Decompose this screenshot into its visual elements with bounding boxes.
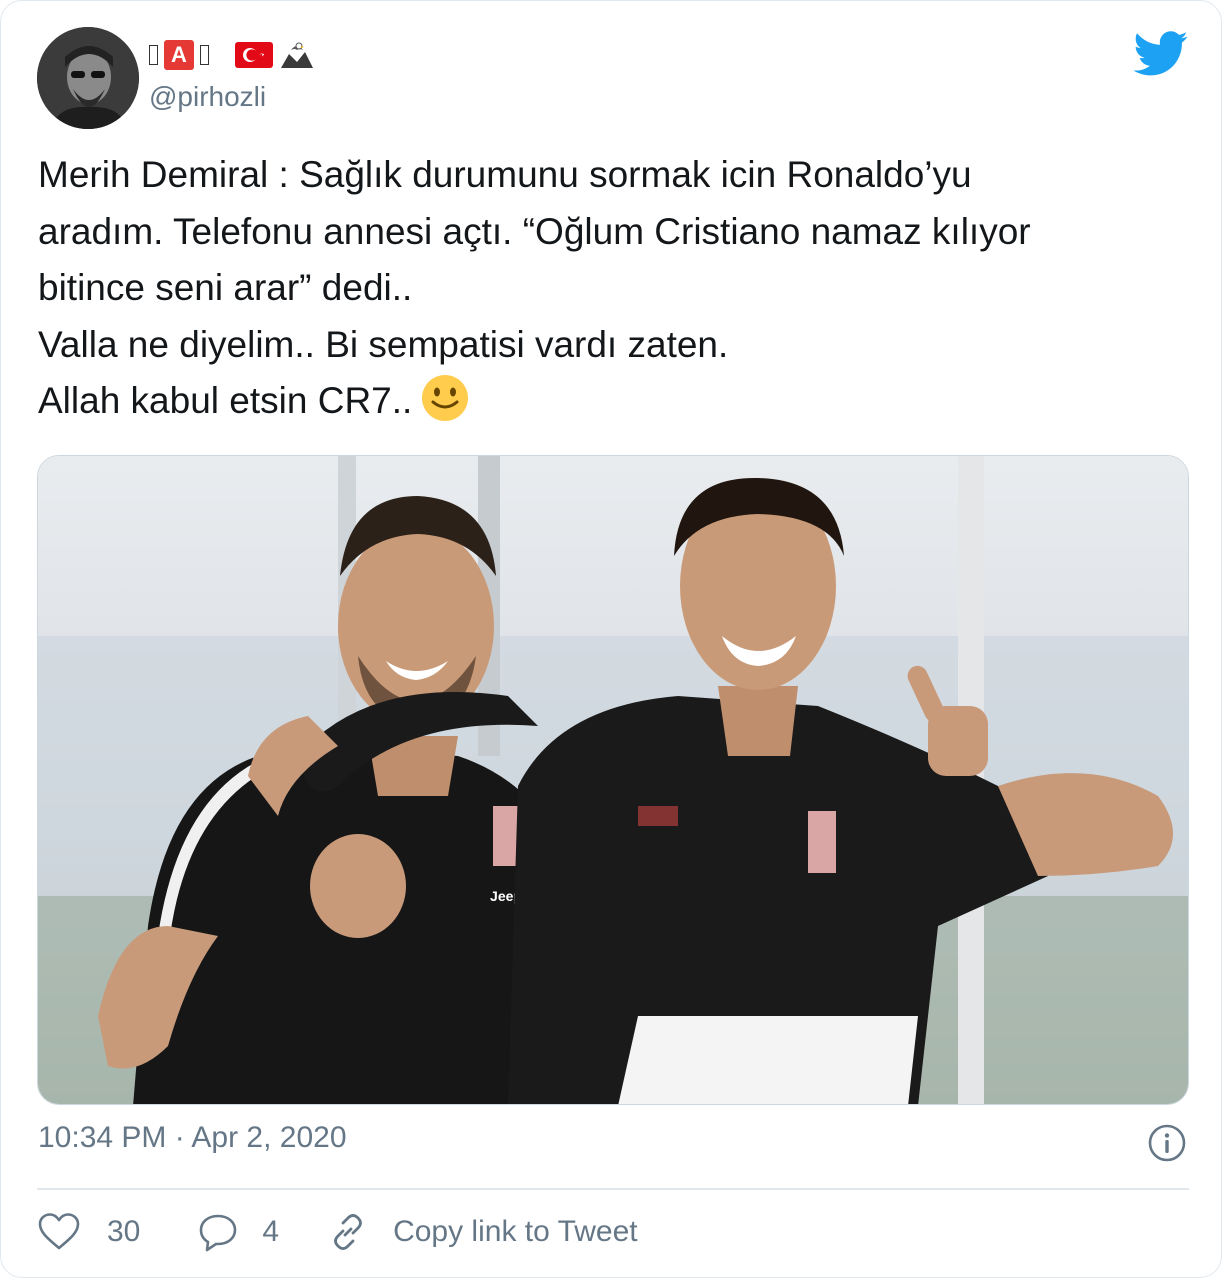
tweet-text-line: Merih Demiral : Sağlık durumunu sormak i… <box>38 154 972 195</box>
user-handle[interactable]: @pirhozli <box>149 81 266 113</box>
info-icon[interactable] <box>1147 1123 1187 1163</box>
tweet-text-line: bitince seni arar” dedi.. <box>38 267 413 308</box>
slightly-smiling-face-icon <box>422 375 469 421</box>
heart-icon <box>38 1213 80 1250</box>
avatar-image <box>37 27 139 129</box>
link-icon <box>334 1214 362 1250</box>
tweet-photo[interactable]: Jeep <box>37 455 1189 1105</box>
divider <box>37 1188 1189 1190</box>
turkey-flag-icon <box>235 42 273 68</box>
twitter-bird-icon[interactable] <box>1133 31 1189 77</box>
tweet-text-line-last: Allah kabul etsin CR7.. <box>38 373 1198 430</box>
tweet-actions: 30 4 Copy link to Tweet <box>37 1207 638 1257</box>
unknown-glyph-icon <box>200 45 209 65</box>
like-count: 30 <box>107 1215 141 1248</box>
reply-button[interactable]: 4 <box>198 1212 279 1252</box>
tweet-card: A @pirhozli Merih Demiral : Sağlık durum… <box>0 0 1222 1278</box>
tweet-text-line: aradım. Telefonu annesi açtı. “Oğlum Cri… <box>38 210 1031 252</box>
reply-bubble-icon <box>200 1214 237 1252</box>
photo-two-football-players: Jeep <box>38 456 1188 1104</box>
display-name[interactable]: A <box>149 35 315 75</box>
tweet-text-line: Valla ne diyelim.. Bi sempatisi vardı za… <box>38 323 729 365</box>
eagle-icon <box>281 42 313 68</box>
avatar[interactable] <box>37 27 139 129</box>
reply-count: 4 <box>262 1215 280 1248</box>
tweet-text-line: Allah kabul etsin CR7.. <box>38 380 413 421</box>
copy-link-button[interactable]: Copy link to Tweet <box>327 1211 638 1253</box>
unknown-glyph-icon <box>149 45 158 65</box>
tweet-text: Merih Demiral : Sağlık durumunu sormak i… <box>38 147 1198 430</box>
copy-link-label: Copy link to Tweet <box>393 1215 638 1248</box>
display-name-badge: A <box>164 40 194 70</box>
like-button[interactable]: 30 <box>37 1212 140 1252</box>
tweet-timestamp[interactable]: 10:34 PM · Apr 2, 2020 <box>38 1121 347 1155</box>
